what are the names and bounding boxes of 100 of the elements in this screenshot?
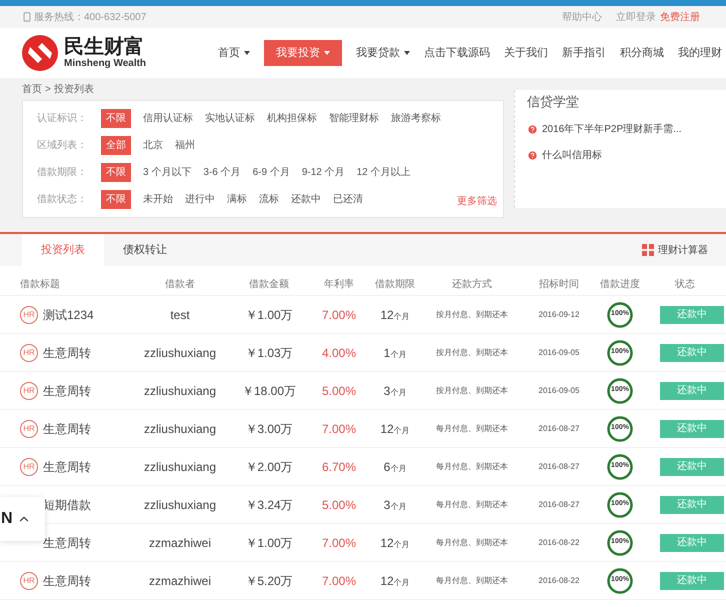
- amount-cell-text: ￥2.00万: [244, 458, 294, 476]
- rate-cell-text: 4.00%: [320, 344, 358, 362]
- filter-option[interactable]: 旅游考察标: [391, 109, 441, 128]
- filter-label: 认证标识：: [37, 112, 88, 126]
- hr-badge: HR: [20, 572, 38, 590]
- column-header: 借款进度: [599, 278, 641, 292]
- filter-option[interactable]: 已还清: [333, 190, 363, 209]
- question-icon: [527, 150, 538, 160]
- filter-option[interactable]: 9-12 个月: [302, 163, 345, 182]
- widget-label: N: [1, 509, 13, 529]
- column-header: 借款金额: [248, 278, 290, 292]
- nav-item[interactable]: 新手指引: [562, 40, 606, 66]
- period-value: 12: [380, 534, 394, 552]
- amount-cell-text: ￥1.00万: [244, 534, 294, 552]
- filter-option[interactable]: 3 个月以下: [143, 163, 192, 182]
- tab[interactable]: 债权转让: [104, 234, 186, 266]
- question-icon: [527, 124, 538, 134]
- rate-cell-text: 5.00%: [320, 496, 358, 514]
- loan-title[interactable]: 生意周转: [43, 534, 91, 552]
- filter-option[interactable]: 福州: [175, 136, 195, 155]
- nav-item[interactable]: 我的理财: [678, 40, 722, 66]
- breadcrumb-separator: >: [45, 82, 51, 96]
- filter-option[interactable]: 不限: [101, 190, 131, 209]
- breadcrumb-current: 投资列表: [54, 82, 94, 96]
- rate-cell-text: 7.00%: [320, 420, 358, 438]
- amount-cell-text: ￥5.20万: [244, 572, 294, 590]
- period-unit: 个月: [394, 538, 410, 550]
- period-unit: 个月: [390, 500, 406, 512]
- column-header: 借款标题: [20, 278, 61, 292]
- period-unit: 个月: [390, 386, 406, 398]
- filter-option[interactable]: 进行中: [185, 190, 215, 209]
- date-cell-text: 2016-08-27: [538, 498, 580, 510]
- period-unit: 个月: [390, 348, 406, 360]
- hr-badge: HR: [20, 458, 38, 476]
- loan-title[interactable]: 生意周转: [43, 572, 91, 590]
- borrower-cell-text: zzliushuxiang: [142, 458, 218, 476]
- period-value: 3: [384, 496, 390, 514]
- date-cell-text: 2016-08-27: [538, 460, 580, 472]
- filter-option[interactable]: 满标: [227, 190, 247, 209]
- filter-option[interactable]: 流标: [259, 190, 279, 209]
- borrower-cell-text: test: [169, 306, 191, 324]
- nav-item[interactable]: 点击下载源码: [424, 40, 490, 66]
- nav-item[interactable]: 关于我们: [504, 40, 548, 66]
- period-unit: 个月: [394, 576, 410, 588]
- hr-badge: HR: [20, 344, 38, 362]
- filter-option[interactable]: 未开始: [143, 190, 173, 209]
- more-filters-link[interactable]: 更多筛选: [457, 194, 497, 209]
- column-header: 借款期限: [374, 278, 416, 292]
- calculator-link[interactable]: 理财计算器: [658, 242, 708, 258]
- date-cell-text: 2016-09-12: [538, 308, 580, 320]
- method-cell-text: 每月付息、到期还本: [435, 460, 509, 472]
- borrower-cell-text: zzliushuxiang: [142, 344, 218, 362]
- school-link[interactable]: 2016年下半年P2P理财新手需...: [542, 122, 682, 136]
- rate-cell-text: 7.00%: [320, 534, 358, 552]
- phone-icon: [22, 12, 32, 22]
- column-header: 招标时间: [538, 278, 580, 292]
- rate-cell-text: 7.00%: [320, 572, 358, 590]
- filter-option[interactable]: 6-9 个月: [252, 163, 290, 182]
- borrower-cell-text: zzmazhiwei: [148, 534, 212, 552]
- nav-item[interactable]: 我要贷款: [356, 40, 410, 66]
- loan-title[interactable]: 生意周转: [43, 382, 91, 400]
- method-cell-text: 每月付息、到期还本: [435, 574, 509, 586]
- date-cell-text: 2016-08-22: [538, 536, 580, 548]
- rate-cell-text: 5.00%: [320, 382, 358, 400]
- breadcrumb-link[interactable]: 首页: [22, 82, 42, 96]
- amount-cell-text: ￥18.00万: [240, 382, 298, 400]
- filter-option[interactable]: 机构担保标: [267, 109, 317, 128]
- school-link[interactable]: 什么叫信用标: [542, 148, 602, 162]
- filter-option[interactable]: 全部: [101, 136, 131, 155]
- loan-title[interactable]: 生意周转: [43, 420, 91, 438]
- hr-badge: HR: [20, 382, 38, 400]
- nav-item[interactable]: 我要投资: [264, 40, 342, 66]
- filter-option[interactable]: 实地认证标: [205, 109, 255, 128]
- column-header: 借款者: [164, 278, 196, 292]
- filter-option[interactable]: 不限: [101, 109, 131, 128]
- loan-title[interactable]: 生意周转: [43, 344, 91, 362]
- loan-title[interactable]: 生意周转: [43, 458, 91, 476]
- filter-option[interactable]: 3-6 个月: [203, 163, 241, 182]
- period-value: 12: [380, 306, 394, 324]
- nav-item[interactable]: 首页: [218, 40, 250, 66]
- filter-option[interactable]: 北京: [143, 136, 163, 155]
- filter-option[interactable]: 智能理财标: [329, 109, 379, 128]
- filter-option[interactable]: 信用认证标: [143, 109, 193, 128]
- calculator-icon: [642, 244, 654, 256]
- date-cell-text: 2016-09-05: [538, 346, 580, 358]
- filter-option[interactable]: 不限: [101, 163, 131, 182]
- hr-badge: HR: [20, 420, 38, 438]
- column-header: 还款方式: [451, 278, 493, 292]
- borrower-cell-text: zzliushuxiang: [142, 382, 218, 400]
- period-unit: 个月: [394, 424, 410, 436]
- hotline-text: 服务热线：400-632-5007: [34, 10, 146, 24]
- period-value: 12: [380, 572, 394, 590]
- filter-label: 借款状态：: [37, 192, 88, 207]
- floating-widget[interactable]: N: [0, 497, 45, 541]
- filter-label: 区域列表：: [37, 138, 88, 153]
- loan-title[interactable]: 测试1234: [43, 306, 94, 324]
- filter-option[interactable]: 还款中: [291, 190, 321, 209]
- tab[interactable]: 投资列表: [22, 234, 104, 266]
- filter-option[interactable]: 12 个月以上: [356, 163, 411, 182]
- nav-item[interactable]: 积分商城: [620, 40, 664, 66]
